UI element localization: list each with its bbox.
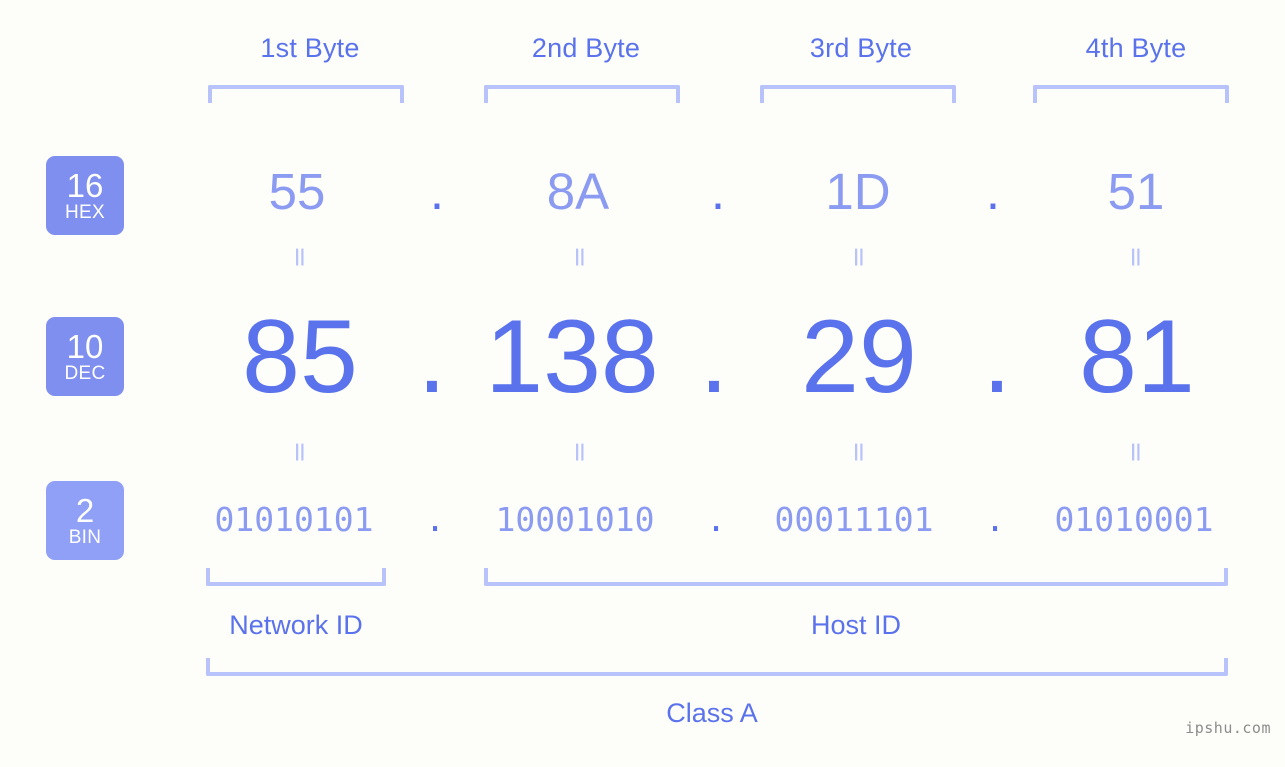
- equals-connector-hex-dec-3: =: [843, 245, 875, 272]
- bin-octet-3: 00011101: [774, 500, 934, 539]
- hex-separator-3: .: [985, 163, 1001, 220]
- equals-connector-dec-bin-2: =: [564, 440, 596, 467]
- equals-connector-hex-dec-4: =: [1120, 245, 1152, 272]
- bin-separator-1: .: [425, 500, 445, 539]
- bin-octet-2: 10001010: [495, 500, 655, 539]
- dec-separator-1: .: [417, 299, 447, 415]
- hex-separator-2: .: [710, 163, 726, 220]
- bin-octet-4: 01010001: [1054, 500, 1214, 539]
- dec-octet-4: 81: [1079, 299, 1195, 415]
- dec-octet-3: 29: [801, 299, 917, 415]
- hex-octet-2: 8A: [546, 163, 610, 220]
- byte-bracket-1: [208, 85, 404, 103]
- host-id-bracket: [484, 568, 1228, 586]
- network-id-label: Network ID: [229, 610, 363, 640]
- bin-separator-3: .: [985, 500, 1005, 539]
- bin-octet-1: 01010101: [214, 500, 374, 539]
- byte-bracket-2: [484, 85, 680, 103]
- hex-octet-3: 1D: [825, 163, 891, 220]
- bin-value-row: 01010101 . 10001010 . 00011101 . 0101000…: [0, 494, 1285, 546]
- ip-address-breakdown-diagram: 1st Byte 2nd Byte 3rd Byte 4th Byte 16 H…: [0, 0, 1285, 767]
- byte-bracket-3: [760, 85, 956, 103]
- equals-connector-dec-bin-3: =: [843, 440, 875, 467]
- hex-value-row: 55 . 8A . 1D . 51: [0, 152, 1285, 232]
- equals-connector-hex-dec-2: =: [564, 245, 596, 272]
- dec-separator-2: .: [699, 299, 729, 415]
- byte-header-2: 2nd Byte: [531, 33, 641, 63]
- hex-octet-4: 51: [1107, 163, 1165, 220]
- host-id-label: Host ID: [810, 610, 902, 640]
- byte-header-3: 3rd Byte: [809, 33, 913, 63]
- equals-connector-dec-bin-4: =: [1120, 440, 1152, 467]
- dec-value-row: 85 . 138 . 29 . 81: [0, 296, 1285, 418]
- dec-separator-3: .: [982, 299, 1012, 415]
- bin-separator-2: .: [706, 500, 726, 539]
- dec-octet-2: 138: [485, 299, 659, 415]
- byte-header-1: 1st Byte: [260, 33, 360, 63]
- class-label: Class A: [666, 698, 758, 728]
- equals-connector-hex-dec-1: =: [284, 245, 316, 272]
- network-id-bracket: [206, 568, 386, 586]
- dec-octet-1: 85: [242, 299, 358, 415]
- hex-separator-1: .: [429, 163, 445, 220]
- byte-bracket-4: [1033, 85, 1229, 103]
- byte-header-4: 4th Byte: [1085, 33, 1187, 63]
- site-watermark: ipshu.com: [1185, 719, 1271, 737]
- equals-connector-dec-bin-1: =: [284, 440, 316, 467]
- hex-octet-1: 55: [268, 163, 326, 220]
- class-bracket: [206, 658, 1228, 676]
